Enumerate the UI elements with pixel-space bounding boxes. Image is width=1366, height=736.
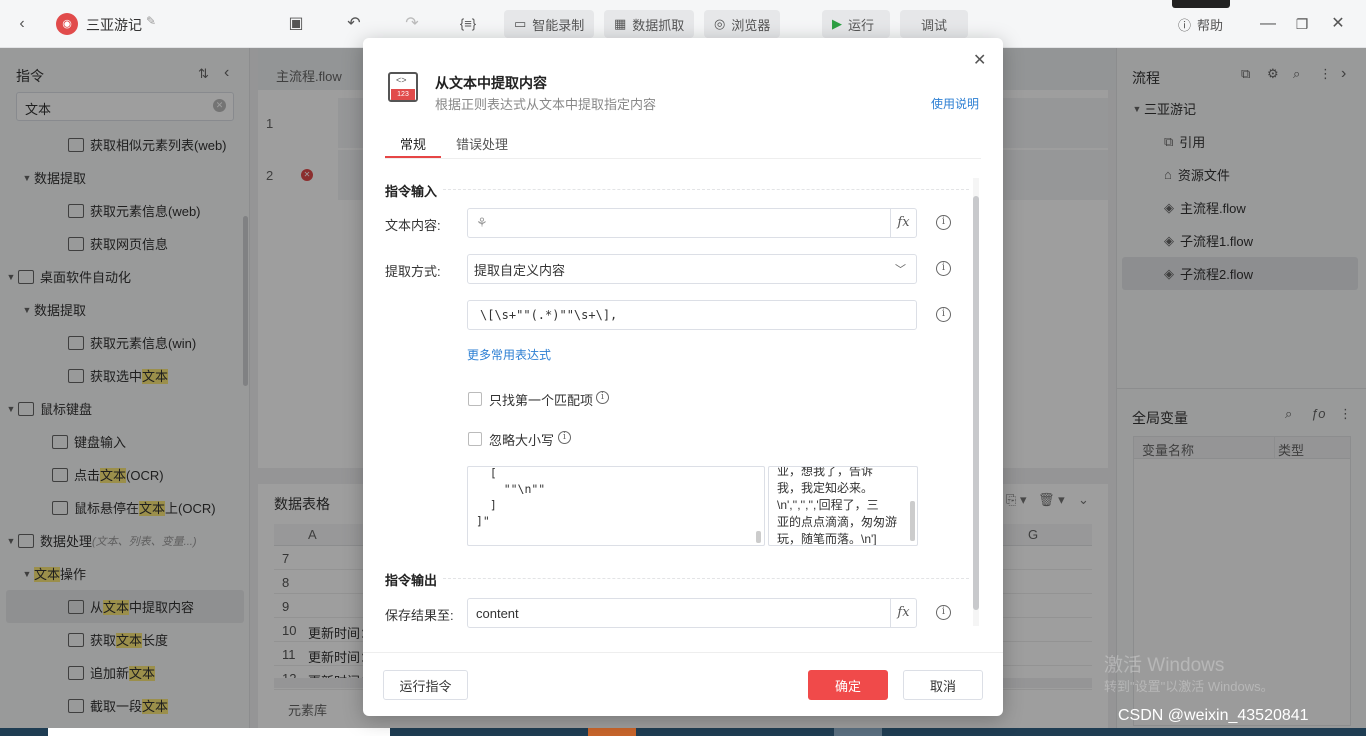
- preview-right[interactable]: 业，想我了，告诉 我，我定知必来。 \n','','','','回程了，三亚的点点滴…: [768, 466, 918, 546]
- help-icon: ⓘ: [1178, 17, 1192, 33]
- regex-input[interactable]: \[\s+""(.*)""\s+\],: [467, 300, 917, 330]
- chevron-down-icon: ﹀: [895, 264, 906, 276]
- ignore-case-checkbox[interactable]: [468, 432, 482, 446]
- info-icon[interactable]: i: [936, 307, 951, 322]
- scrollbar[interactable]: [910, 501, 915, 541]
- app-logo-icon: ◉: [56, 13, 78, 35]
- info-icon[interactable]: i: [936, 261, 951, 276]
- preview-line: 玩，随笔而落。\n']: [777, 532, 877, 546]
- extract-method-select[interactable]: 提取自定义内容 ﹀: [467, 254, 917, 284]
- status-indicator: [1172, 0, 1230, 8]
- save-result-label: 保存结果至:: [385, 608, 454, 623]
- first-match-label: 只找第一个匹配项: [489, 393, 594, 408]
- close-window-icon[interactable]: ✕: [1328, 14, 1348, 34]
- browser-button[interactable]: ◎ 浏览器: [704, 10, 781, 38]
- preview-line: \n','','','','回程了，三: [777, 498, 879, 512]
- maximize-icon[interactable]: ❐: [1292, 14, 1312, 34]
- help-button[interactable]: ⓘ 帮助: [1168, 10, 1233, 38]
- more-regex-link[interactable]: 更多常用表达式: [467, 346, 551, 363]
- save-result-input[interactable]: content fx: [467, 598, 917, 628]
- run-button[interactable]: ▶ 运行: [822, 10, 890, 38]
- info-icon[interactable]: i: [596, 391, 609, 404]
- back-icon[interactable]: ‹: [12, 14, 32, 34]
- text-content-label: 文本内容:: [385, 218, 441, 233]
- close-dialog-icon[interactable]: ✕: [973, 50, 986, 70]
- python-icon: ⚘: [476, 215, 488, 230]
- text-content-input[interactable]: ⚘ fx: [467, 208, 917, 238]
- dialog-scrollbar[interactable]: [973, 178, 979, 626]
- tab-general[interactable]: 常规: [400, 134, 426, 153]
- info-icon[interactable]: i: [936, 605, 951, 620]
- preview-line: 业，想我了，告诉: [777, 466, 874, 478]
- undo-icon[interactable]: ↶: [344, 14, 364, 34]
- variable-icon[interactable]: {≡}: [458, 14, 478, 34]
- cancel-button[interactable]: 取消: [903, 670, 983, 700]
- ignore-case-label: 忽略大小写: [489, 433, 555, 448]
- play-icon: ▶: [832, 16, 842, 31]
- smart-record-button[interactable]: ▭ 智能录制: [504, 10, 595, 38]
- info-icon[interactable]: i: [558, 431, 571, 444]
- preview-line: 亚的点点滴滴，匆匆游: [777, 515, 898, 529]
- taskbar: [0, 728, 1366, 736]
- section-output-title: 指令输出: [385, 573, 438, 588]
- table-icon: ▦: [614, 16, 627, 31]
- browser-icon: ◎: [714, 16, 726, 31]
- info-icon[interactable]: i: [936, 215, 951, 230]
- extract-text-icon: <> 123: [388, 72, 418, 102]
- fx-button[interactable]: fx: [890, 209, 916, 237]
- video-icon: ▭: [514, 16, 527, 31]
- section-input-title: 指令输入: [385, 184, 438, 199]
- data-extract-button[interactable]: ▦ 数据抓取: [604, 10, 695, 38]
- activate-title: 激活 Windows: [1104, 655, 1225, 676]
- extract-method-label: 提取方式:: [385, 264, 441, 279]
- dialog-subtitle: 根据正则表达式从文本中提取指定内容: [435, 97, 657, 112]
- dialog-title: 从文本中提取内容: [435, 75, 547, 91]
- tab-error-handling[interactable]: 错误处理: [456, 134, 508, 153]
- extract-text-dialog: ✕ <> 123 从文本中提取内容 根据正则表达式从文本中提取指定内容 使用说明…: [363, 38, 1003, 716]
- redo-icon[interactable]: ↷: [402, 14, 422, 34]
- app-title: 三亚游记: [86, 17, 142, 33]
- scrollbar[interactable]: [756, 531, 761, 543]
- confirm-button[interactable]: 确定: [808, 670, 888, 700]
- run-command-button[interactable]: 运行指令: [383, 670, 468, 700]
- fx-button[interactable]: fx: [890, 599, 916, 627]
- csdn-watermark: CSDN @weixin_43520841: [1118, 707, 1309, 724]
- debug-button[interactable]: 调试: [900, 10, 968, 38]
- minimize-icon[interactable]: —: [1258, 14, 1278, 34]
- usage-link[interactable]: 使用说明: [931, 95, 979, 112]
- activate-sub: 转到"设置"以激活 Windows。: [1104, 679, 1274, 694]
- preview-line: 我，我定知必来。: [777, 481, 874, 495]
- first-match-checkbox[interactable]: [468, 392, 482, 406]
- preview-left[interactable]: [ ""\n"" ] ]": [467, 466, 765, 546]
- edit-title-icon[interactable]: ✎: [146, 14, 156, 28]
- save-icon[interactable]: ▣: [286, 14, 306, 34]
